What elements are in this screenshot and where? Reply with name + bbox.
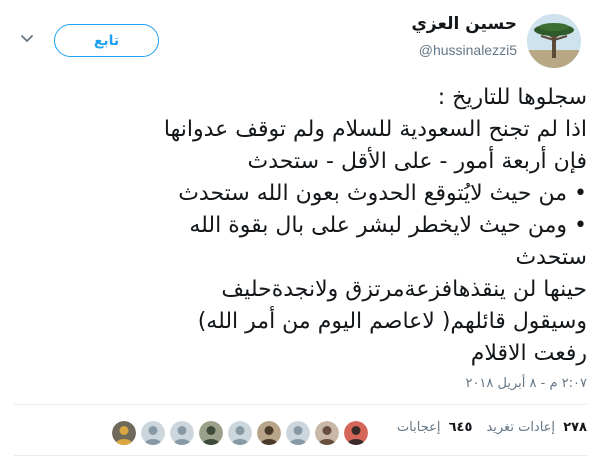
user-avatar[interactable] [527,14,581,68]
retweets-label: إعادات تغريد [486,420,556,435]
display-name[interactable]: حسين العزي [411,14,517,34]
tweet-line: • ومن حيث لايخطر لبشر على بال بقوة الله [189,213,587,238]
divider [14,455,587,456]
tweet-line: رفعت الاقلام [470,341,587,366]
tweet-timestamp[interactable]: ٢:٠٧ م - ٨ أبريل ٢٠١٨ [465,376,587,391]
tweet-line: ستحدث [515,245,587,270]
liker-avatar[interactable] [286,421,310,445]
liker-avatars [112,421,368,445]
liker-avatar[interactable] [170,421,194,445]
liker-avatar[interactable] [141,421,165,445]
tweet-line: فإن أربعة أمور - على الأقل - ستحدث [247,149,587,174]
divider [14,404,587,405]
dragon-blood-tree-avatar-icon [527,14,581,68]
tweet-line: حينها لن ينقذهافزعةمرتزق ولانجدةحليف [221,277,587,302]
liker-avatar[interactable] [199,421,223,445]
follow-button[interactable]: تابع [54,24,159,57]
retweets-stat[interactable]: ٢٧٨ إعادات تغريد [486,420,587,435]
likes-label: إعجابات [396,420,441,435]
user-handle[interactable]: @hussinalezzi5 [419,42,517,58]
liker-avatar[interactable] [315,421,339,445]
tweet-line: اذا لم تجنح السعودية للسلام ولم توقف عدو… [163,117,587,142]
liker-avatar[interactable] [344,421,368,445]
tweet-stats: ٢٧٨ إعادات تغريد ٦٤٥ إعجابات [397,420,587,435]
tweet-line: سجلوها للتاريخ : [437,85,587,110]
tweet-text: سجلوها للتاريخ : اذا لم تجنح السعودية لل… [20,82,587,370]
likes-stat[interactable]: ٦٤٥ إعجابات [397,420,473,435]
likes-count: ٦٤٥ [448,420,473,435]
tweet-line: وسيقول قائلهم( لاعاصم اليوم من أمر الله) [197,309,587,334]
tweet-line: • من حيث لايُتوقع الحدوث بعون الله ستحدث [178,181,587,206]
retweets-count: ٢٧٨ [563,420,587,435]
chevron-down-icon[interactable] [18,30,36,48]
liker-avatar[interactable] [228,421,252,445]
liker-avatar[interactable] [257,421,281,445]
liker-avatar[interactable] [112,421,136,445]
